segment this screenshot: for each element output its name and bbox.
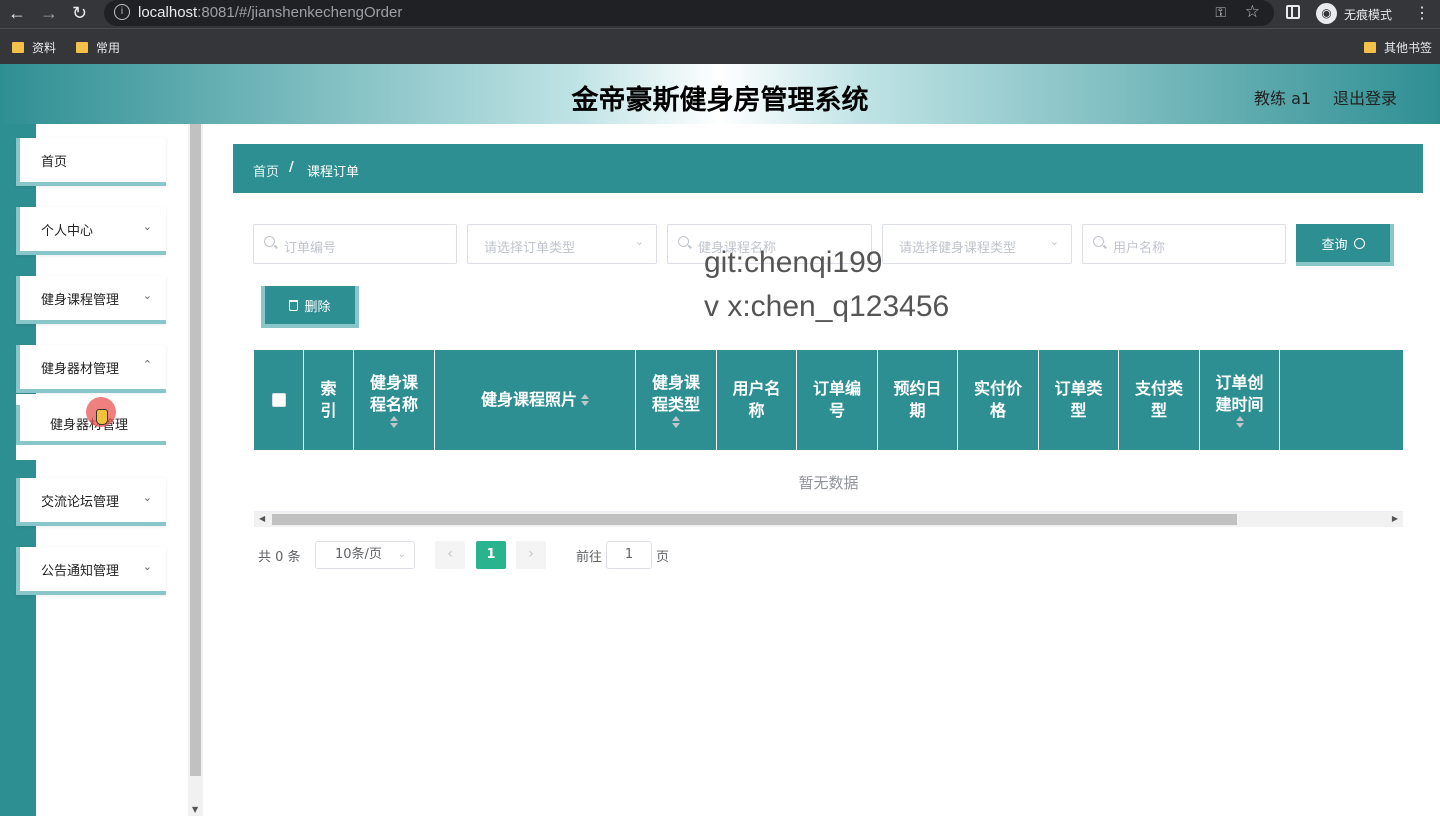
chevron-down-icon: ⌄ bbox=[142, 560, 152, 573]
bookmark-folder[interactable]: 资料 bbox=[12, 39, 56, 56]
bookmarks-bar: 资料 常用 其他书签 bbox=[0, 28, 1440, 64]
column-header-index: 索 引 bbox=[304, 350, 354, 450]
prev-page-button[interactable]: ‹ bbox=[435, 541, 465, 569]
browser-toolbar: ← → ↻ i localhost:8081/#/jianshenkecheng… bbox=[0, 0, 1440, 28]
column-header-course-name[interactable]: 健身课 程名称 bbox=[354, 350, 435, 450]
sidebar-item-personal-center[interactable]: 个人中心 ⌄ bbox=[16, 207, 166, 255]
breadcrumb-home[interactable]: 首页 bbox=[253, 161, 279, 180]
reload-icon[interactable]: ↻ bbox=[72, 3, 87, 24]
empty-text: 暂无数据 bbox=[798, 474, 859, 492]
column-header-order-no[interactable]: 订单编 号 bbox=[797, 350, 878, 450]
folder-icon bbox=[76, 42, 88, 53]
column-header-course-type[interactable]: 健身课 程类型 bbox=[636, 350, 717, 450]
sidebar-item-forum-management[interactable]: 交流论坛管理 ⌄ bbox=[16, 478, 166, 526]
search-icon bbox=[264, 236, 275, 247]
orders-table-header: 索 引 健身课 程名称 健身课程照片 健身课 程类型 用户名 称 订单编 号 预… bbox=[254, 350, 1403, 450]
user-name-input[interactable]: 用户名称 bbox=[1082, 224, 1286, 264]
breadcrumb-separator: / bbox=[289, 160, 294, 175]
search-icon bbox=[1353, 237, 1365, 249]
sort-icon[interactable] bbox=[390, 416, 398, 428]
column-header-created-time[interactable]: 订单创 建时间 bbox=[1200, 350, 1280, 450]
back-icon[interactable]: ← bbox=[8, 3, 26, 24]
table-empty-row: 暂无数据 bbox=[254, 450, 1403, 512]
query-button[interactable]: 查询 bbox=[1296, 224, 1394, 266]
chevron-down-icon: ⌄ bbox=[142, 220, 152, 233]
sort-icon[interactable] bbox=[672, 416, 680, 428]
chevron-down-icon: ⌄ bbox=[142, 491, 152, 504]
course-type-select[interactable]: 请选择健身课程类型 ⌄ bbox=[882, 224, 1072, 264]
sort-icon[interactable] bbox=[581, 394, 589, 406]
next-page-button[interactable]: › bbox=[516, 541, 546, 569]
logout-link[interactable]: 退出登录 bbox=[1333, 85, 1397, 109]
column-header-actions bbox=[1280, 350, 1403, 450]
breadcrumb: 首页 / 课程订单 bbox=[233, 144, 1423, 193]
breadcrumb-current: 课程订单 bbox=[307, 165, 360, 180]
delete-button[interactable]: 删除 bbox=[261, 286, 359, 328]
goto-page-input[interactable]: 1 bbox=[606, 541, 652, 569]
forward-icon[interactable]: → bbox=[40, 3, 58, 24]
app-title: 金帝豪斯健身房管理系统 bbox=[571, 85, 869, 116]
search-icon bbox=[678, 236, 689, 247]
column-header-user-name[interactable]: 用户名 称 bbox=[717, 350, 797, 450]
sidebar-item-notice-management[interactable]: 公告通知管理 ⌄ bbox=[16, 547, 166, 595]
column-header-order-type[interactable]: 订单类 型 bbox=[1039, 350, 1119, 450]
chevron-down-icon: ⌄ bbox=[1049, 235, 1059, 248]
folder-icon bbox=[1364, 42, 1376, 53]
page-label: 页 bbox=[656, 550, 670, 565]
app-header: 金帝豪斯健身房管理系统 教练 a1 退出登录 bbox=[0, 64, 1440, 124]
key-icon[interactable]: ⚿ bbox=[1215, 4, 1226, 21]
watermark-line1: git:chenqi199 bbox=[704, 246, 883, 279]
column-header-course-photo[interactable]: 健身课程照片 bbox=[435, 350, 636, 450]
chevron-down-icon: ⌄ bbox=[634, 235, 644, 248]
side-panel-icon[interactable] bbox=[1286, 5, 1300, 19]
order-no-input[interactable]: 订单编号 bbox=[253, 224, 457, 264]
scrollbar-thumb[interactable] bbox=[190, 124, 201, 776]
select-all-cell bbox=[254, 350, 304, 450]
trash-icon bbox=[289, 299, 299, 311]
scroll-right-icon[interactable]: ▶ bbox=[1392, 514, 1398, 523]
address-bar[interactable]: i localhost:8081/#/jianshenkechengOrder … bbox=[104, 0, 1274, 26]
chevron-down-icon: ⌄ bbox=[397, 549, 406, 560]
watermark-line2: v x:chen_q123456 bbox=[704, 290, 950, 323]
user-role: 教练 a1 bbox=[1254, 89, 1312, 108]
sidebar-item-equipment-management[interactable]: 健身器材管理 ⌃ bbox=[16, 345, 166, 393]
url-text: localhost:8081/#/jianshenkechengOrder bbox=[138, 4, 403, 21]
site-info-icon[interactable]: i bbox=[114, 4, 130, 20]
search-icon bbox=[1093, 236, 1104, 247]
column-header-paid-price[interactable]: 实付价 格 bbox=[958, 350, 1039, 450]
incognito-icon: ◉ bbox=[1316, 3, 1337, 24]
bookmark-star-icon[interactable]: ☆ bbox=[1245, 2, 1260, 22]
bookmark-folder[interactable]: 常用 bbox=[76, 39, 120, 56]
page-size-select[interactable]: 10条/页 ⌄ bbox=[315, 541, 415, 569]
goto-label: 前往 bbox=[576, 550, 603, 565]
folder-icon bbox=[12, 42, 24, 53]
sort-icon[interactable] bbox=[1235, 416, 1244, 428]
incognito-label: 无痕模式 bbox=[1344, 8, 1393, 22]
column-header-booking-date[interactable]: 预约日 期 bbox=[878, 350, 958, 450]
sidebar-item-course-management[interactable]: 健身课程管理 ⌄ bbox=[16, 276, 166, 324]
other-bookmarks[interactable]: 其他书签 bbox=[1364, 39, 1432, 56]
scrollbar-thumb[interactable] bbox=[272, 514, 1237, 525]
scroll-down-icon[interactable]: ▼ bbox=[192, 805, 198, 814]
browser-menu-icon[interactable]: ⋮ bbox=[1414, 3, 1430, 23]
select-all-checkbox[interactable] bbox=[271, 393, 286, 407]
order-type-select[interactable]: 请选择订单类型 ⌄ bbox=[467, 224, 657, 264]
pagination-total: 共 0 条 bbox=[258, 550, 301, 565]
chevron-up-icon: ⌃ bbox=[142, 358, 152, 371]
chevron-down-icon: ⌄ bbox=[142, 289, 152, 302]
sidebar-item-home[interactable]: 首页 bbox=[16, 138, 166, 186]
sidebar-scrollbar[interactable]: ▼ bbox=[188, 124, 203, 816]
page-number-current[interactable]: 1 bbox=[476, 541, 506, 569]
scroll-left-icon[interactable]: ◀ bbox=[259, 514, 265, 523]
table-horizontal-scrollbar[interactable]: ◀ ▶ bbox=[254, 512, 1403, 527]
column-header-pay-type[interactable]: 支付类 型 bbox=[1119, 350, 1200, 450]
hand-cursor-icon bbox=[96, 409, 108, 425]
